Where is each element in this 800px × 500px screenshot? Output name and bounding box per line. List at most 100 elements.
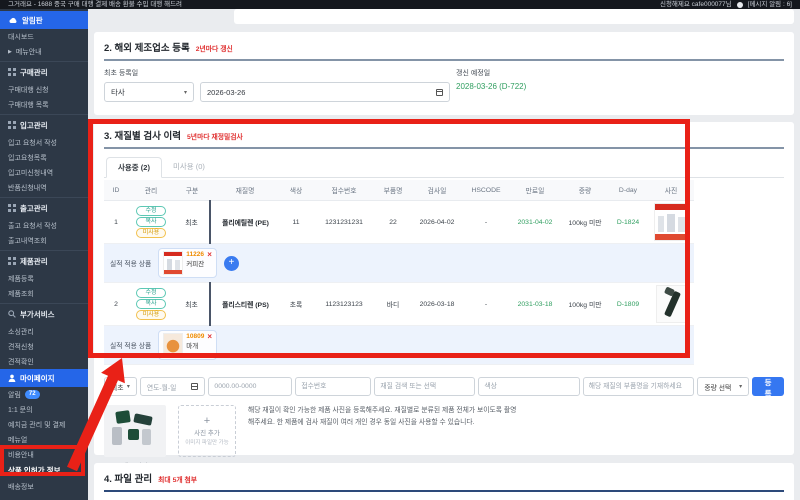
product-thumbnail (163, 333, 183, 357)
applied-products-row: 실적 적용 상품 10809 마개 × (104, 326, 694, 365)
sidebar-item-manual[interactable]: 메뉴얼 (0, 432, 88, 447)
weight-select[interactable]: 중량 선택▾ (697, 377, 749, 396)
sidebar-item-outbound-history[interactable]: 출고내역조회 (0, 233, 88, 248)
sidebar-item-product-register[interactable]: 제품등록 (0, 271, 88, 286)
edit-button[interactable]: 수정 (136, 288, 166, 298)
applied-product-card[interactable]: 10809 마개 × (158, 330, 217, 360)
product-code: 11226 (186, 251, 204, 258)
renewal-due-label: 갱신 예정일 (456, 68, 526, 78)
first-registration-label: 최초 등록일 (104, 68, 456, 78)
calendar-icon (436, 89, 443, 96)
sidebar-item-product-license-info[interactable]: 상품 인허가 정보 (0, 462, 88, 479)
sidebar-item-mypage[interactable]: 마이페이지 (0, 369, 88, 387)
section4-limit-note: 최대 5개 첨부 (158, 474, 197, 484)
edit-button[interactable]: 수정 (136, 206, 166, 216)
inspection-table: ID관리구분재질명색상접수번호부품명검사일HSCODE만료일중량D-day사진 … (104, 180, 694, 365)
section4-divider (104, 490, 784, 492)
code-input[interactable] (208, 377, 292, 396)
sidebar-section-product-mgmt[interactable]: 제품관리 (0, 250, 88, 271)
sidebar-item-outbound-request-form[interactable]: 출고 요청서 작성 (0, 218, 88, 233)
photo-upload-dropzone[interactable]: + 사진 추가 이미지 파일만 가능 (178, 405, 236, 457)
add-inspection-form: 최초▾ 연도-월-일 중량 선택▾ 등록 (104, 377, 784, 396)
tab-in-use[interactable]: 사용중 (2) (106, 157, 162, 178)
sidebar-item-inquiry[interactable]: 1:1 문의 (0, 402, 88, 417)
photo-guide-text: 해당 재질이 확인 가능한 제품 사진을 등록해주세요. 재질별로 분류된 제품… (248, 405, 520, 428)
section2-renewal-note: 2년마다 갱신 (196, 43, 233, 53)
applied-products-label: 실적 적용 상품 (110, 258, 151, 268)
register-button[interactable]: 등록 (752, 377, 784, 396)
copy-button[interactable]: 복사 (136, 299, 166, 309)
inspection-tabs: 사용중 (2) 미사용 (0) (104, 157, 784, 178)
company-type-select[interactable]: 타사▾ (104, 82, 194, 102)
tab-unused[interactable]: 미사용 (0) (162, 157, 216, 177)
main-content: 2. 해외 제조업소 등록 2년마다 갱신 최초 등록일 타사▾ 2026-03… (88, 9, 800, 500)
sidebar-item-sourcing-mgmt[interactable]: 소싱관리 (0, 324, 88, 339)
applied-product-card[interactable]: 11226 커피잔 × (158, 248, 217, 278)
sidebar-item-inbound-request-list[interactable]: 입고요청목록 (0, 150, 88, 165)
section-overseas-manufacturer: 2. 해외 제조업소 등록 2년마다 갱신 최초 등록일 타사▾ 2026-03… (94, 32, 794, 115)
section-file-management: 4. 파일 관리 최대 5개 첨부 (94, 463, 794, 500)
sidebar-item-purchase-request[interactable]: 구매대행 신청 (0, 82, 88, 97)
remove-product-icon[interactable]: × (207, 251, 212, 259)
inspection-photo-thumbnail[interactable] (656, 285, 686, 323)
search-icon (8, 310, 16, 318)
cloud-icon (8, 17, 18, 24)
sidebar-item-notice-board[interactable]: 알림판 (0, 11, 88, 29)
plus-icon: + (204, 416, 210, 426)
sidebar-section-inbound-mgmt[interactable]: 입고관리 (0, 114, 88, 135)
color-input[interactable] (478, 377, 579, 396)
play-icon: ▶ (8, 49, 12, 55)
first-registration-date-input[interactable]: 2026-03-26 (200, 82, 450, 102)
sidebar-item-purchase-list[interactable]: 구매대행 목록 (0, 97, 88, 112)
example-photo (104, 405, 166, 457)
sidebar-item-notifications[interactable]: 알림72 (0, 387, 88, 402)
sidebar-section-outbound-mgmt[interactable]: 출고관리 (0, 197, 88, 218)
grid-icon (8, 68, 16, 76)
table-header-row: ID관리구분재질명색상접수번호부품명검사일HSCODE만료일중량D-day사진 (104, 180, 694, 201)
material-search-input[interactable] (374, 377, 475, 396)
user-avatar-icon[interactable] (737, 2, 743, 8)
site-slogan: 그거래요 - 1688 중국 구매 대행 결제 배송 환불 수입 대행 해드려 (8, 0, 182, 9)
set-unused-button[interactable]: 미사용 (136, 310, 166, 320)
sidebar-item-product-search[interactable]: 제품조회 (0, 286, 88, 301)
person-icon (8, 374, 16, 382)
inspection-photo-thumbnail[interactable] (654, 203, 688, 241)
add-applied-product-button[interactable]: + (224, 256, 239, 271)
set-unused-button[interactable]: 미사용 (136, 228, 166, 238)
renewal-due-value: 2028-03-26 (D-722) (456, 82, 526, 91)
sidebar-item-inbound-unrequested[interactable]: 입고미신청내역 (0, 165, 88, 180)
remove-product-icon[interactable]: × (207, 333, 212, 341)
sidebar-item-quote-request[interactable]: 견적신청 (0, 339, 88, 354)
calendar-icon (191, 383, 198, 390)
grid-icon (8, 121, 16, 129)
sidebar-item-shipping-info[interactable]: 배송정보 (0, 479, 88, 494)
sidebar: 알림판 대시보드 ▶메뉴안내 구매관리 구매대행 신청 구매대행 목록 입고관리… (0, 9, 88, 500)
sidebar-item-menu-guide[interactable]: ▶메뉴안내 (0, 44, 88, 59)
receipt-no-input[interactable] (295, 377, 371, 396)
sidebar-item-dashboard[interactable]: 대시보드 (0, 29, 88, 44)
sidebar-item-pricing-guide[interactable]: 비용안내 (0, 447, 88, 462)
grid-icon (8, 204, 16, 212)
sidebar-item-deposit-payment[interactable]: 예치금 관리 및 결제 (0, 417, 88, 432)
message-alert-link[interactable]: [메시지 알림 : 6] (748, 0, 792, 9)
notification-count-badge: 72 (25, 390, 40, 399)
section4-title: 4. 파일 관리 (104, 471, 152, 485)
sidebar-section-extra-services[interactable]: 부가서비스 (0, 303, 88, 324)
sidebar-section-purchase-mgmt[interactable]: 구매관리 (0, 61, 88, 82)
user-greeting[interactable]: 신청해제요 cafe000077님 (660, 0, 732, 9)
part-name-input[interactable] (583, 377, 695, 396)
sidebar-item-inbound-request-form[interactable]: 입고 요청서 작성 (0, 135, 88, 150)
copy-button[interactable]: 복사 (136, 217, 166, 227)
previous-section-card-edge (234, 9, 794, 24)
section2-divider (104, 59, 784, 61)
grid-icon (8, 257, 16, 265)
sidebar-item-return-request-list[interactable]: 반품신청내역 (0, 180, 88, 195)
sidebar-item-quote-confirm[interactable]: 견적확인 (0, 354, 88, 369)
section2-title: 2. 해외 제조업소 등록 (104, 40, 190, 54)
section3-divider (104, 147, 784, 149)
product-code: 10809 (186, 333, 204, 340)
test-date-input[interactable]: 연도-월-일 (140, 377, 206, 396)
product-name: 마개 (186, 340, 204, 350)
product-name: 커피잔 (186, 258, 204, 268)
type-select[interactable]: 최초▾ (104, 377, 137, 396)
